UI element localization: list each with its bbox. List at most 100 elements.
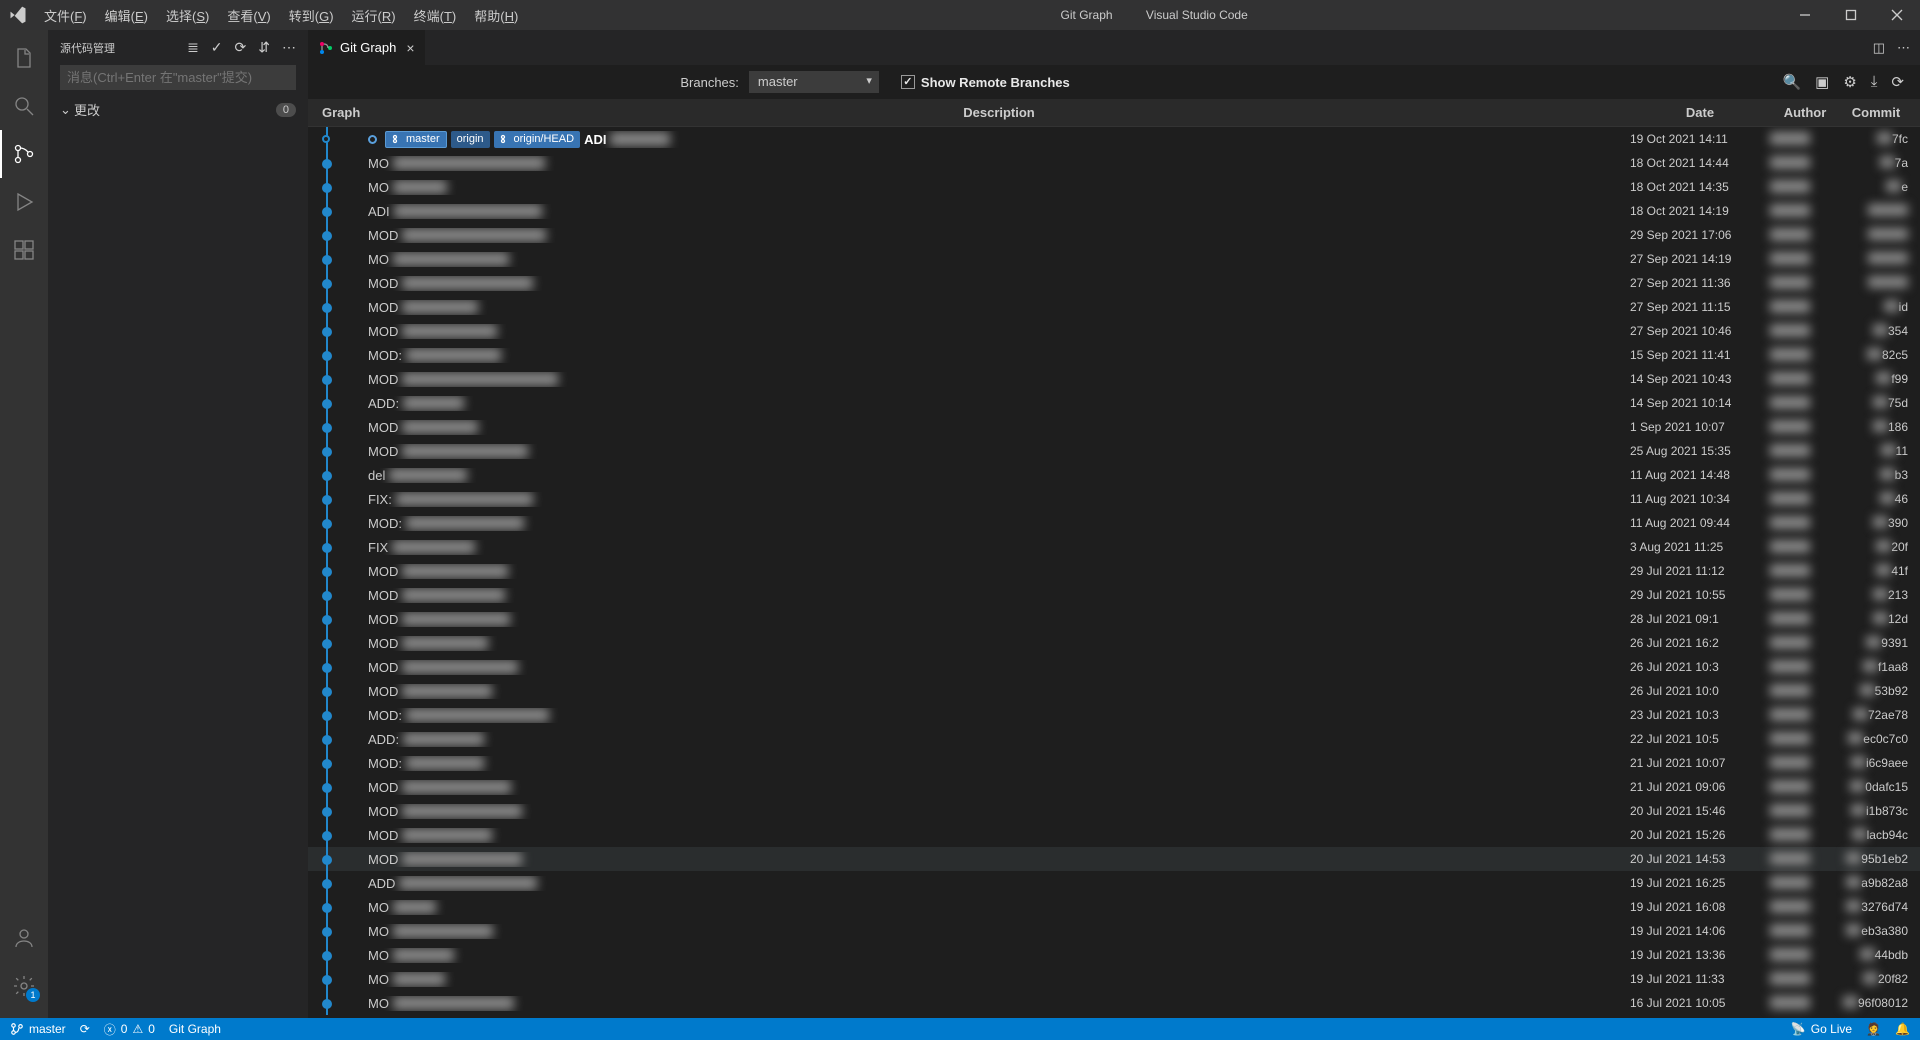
menu-g[interactable]: 转到(G) xyxy=(281,2,342,29)
accounts-icon[interactable] xyxy=(0,914,48,962)
col-date[interactable]: Date xyxy=(1630,105,1770,120)
commit-row[interactable]: MOD:x23 Jul 2021 10:3xxx72ae78 xyxy=(308,703,1920,727)
title-center: Git Graph xyxy=(1061,8,1113,22)
status-bell-icon[interactable]: 🔔 xyxy=(1895,1022,1910,1036)
tab-git-graph[interactable]: Git Graph × xyxy=(308,30,426,65)
commit-row[interactable]: MODx29 Jul 2021 10:55xxx213 xyxy=(308,583,1920,607)
commit-row[interactable]: MOD:x15 Sep 2021 11:41xxx82c5 xyxy=(308,343,1920,367)
menu-s[interactable]: 选择(S) xyxy=(158,2,217,29)
changes-section[interactable]: ⌄ 更改 0 xyxy=(48,98,308,121)
redacted-author: xx xyxy=(1770,180,1810,193)
commit-message: MO xyxy=(368,252,389,267)
commit-row[interactable]: MODx20 Jul 2021 15:46xxxi1b873c xyxy=(308,799,1920,823)
toolbar-refresh-icon[interactable]: ⟳ xyxy=(1891,73,1904,91)
commit-row[interactable]: masteroriginorigin/HEADADIx19 Oct 2021 1… xyxy=(308,127,1920,151)
commit-row[interactable]: MODx27 Sep 2021 11:36xxx xyxy=(308,271,1920,295)
redacted-text: x xyxy=(393,180,447,194)
commit-row[interactable]: MODx27 Sep 2021 11:15xxxid xyxy=(308,295,1920,319)
status-golive[interactable]: 📡Go Live xyxy=(1791,1022,1852,1036)
close-button[interactable] xyxy=(1874,0,1920,30)
commit-row[interactable]: delx11 Aug 2021 14:48xxxb3 xyxy=(308,463,1920,487)
settings-gear-icon[interactable]: 1 xyxy=(0,962,48,1010)
menu-f[interactable]: 文件(F) xyxy=(36,2,95,29)
toolbar-fetch-icon[interactable]: ⤓ xyxy=(1871,73,1878,91)
commit-date: 29 Jul 2021 10:55 xyxy=(1630,588,1770,602)
col-author[interactable]: Author xyxy=(1770,105,1840,120)
commit-row[interactable]: MODx29 Jul 2021 11:12xxx41f xyxy=(308,559,1920,583)
commit-row[interactable]: MODx20 Jul 2021 14:53xxx95b1eb2 xyxy=(308,847,1920,871)
commit-row[interactable]: ADD:x22 Jul 2021 10:5xxxec0c7c0 xyxy=(308,727,1920,751)
ref-origin[interactable]: origin xyxy=(451,131,490,148)
commit-date: 15 Sep 2021 11:41 xyxy=(1630,348,1770,362)
run-debug-icon[interactable] xyxy=(0,178,48,226)
commit-row[interactable]: MODx21 Jul 2021 09:06xxx0dafc15 xyxy=(308,775,1920,799)
commit-row[interactable]: MODx29 Sep 2021 17:06xxx xyxy=(308,223,1920,247)
commit-row[interactable]: MODx1 Sep 2021 10:07xxx186 xyxy=(308,415,1920,439)
toolbar-terminal-icon[interactable]: ▣ xyxy=(1815,73,1829,91)
commit-row[interactable]: MODx26 Jul 2021 10:0xxx53b92 xyxy=(308,679,1920,703)
view-tree-icon[interactable]: ≣ xyxy=(187,39,199,56)
status-sync[interactable]: ⟳ xyxy=(80,1022,90,1036)
commit-row[interactable]: MOx19 Jul 2021 11:33xxx20f82 xyxy=(308,967,1920,991)
refresh-icon[interactable]: ⟳ xyxy=(235,39,247,56)
more-icon[interactable]: ⋯ xyxy=(282,39,296,56)
menu-v[interactable]: 查看(V) xyxy=(219,2,278,29)
explorer-icon[interactable] xyxy=(0,34,48,82)
commit-row[interactable]: MOx19 Jul 2021 14:06xxxeb3a380 xyxy=(308,919,1920,943)
redacted-author: xx xyxy=(1770,276,1810,289)
commit-row[interactable]: MOx18 Oct 2021 14:35xxxe xyxy=(308,175,1920,199)
status-branch[interactable]: master xyxy=(10,1022,66,1036)
commit-check-icon[interactable]: ✓ xyxy=(211,39,223,56)
status-feedback-icon[interactable]: 🤵 xyxy=(1866,1022,1881,1036)
menu-e[interactable]: 编辑(E) xyxy=(97,2,156,29)
status-gitgraph[interactable]: Git Graph xyxy=(169,1022,221,1036)
commit-row[interactable]: MODx20 Jul 2021 15:26xxxlacb94c xyxy=(308,823,1920,847)
commit-row[interactable]: MODx25 Aug 2021 15:35xxx11 xyxy=(308,439,1920,463)
menu-r[interactable]: 运行(R) xyxy=(344,2,404,29)
commit-message: ADD: xyxy=(368,732,399,747)
commit-row[interactable]: MODx26 Jul 2021 16:2xxx9391 xyxy=(308,631,1920,655)
redacted-author: xx xyxy=(1770,204,1810,217)
extensions-icon[interactable] xyxy=(0,226,48,274)
source-control-icon[interactable] xyxy=(0,130,48,178)
maximize-button[interactable] xyxy=(1828,0,1874,30)
show-remote-checkbox[interactable]: ✓ Show Remote Branches xyxy=(901,75,1070,90)
menu-t[interactable]: 终端(T) xyxy=(406,2,465,29)
commit-row[interactable]: ADDx19 Jul 2021 16:25xxxa9b82a8 xyxy=(308,871,1920,895)
commit-row[interactable]: MOx27 Sep 2021 14:19xxx xyxy=(308,247,1920,271)
redacted-text: x xyxy=(402,564,508,578)
commit-row[interactable]: ADD:x14 Sep 2021 10:14xxx75d xyxy=(308,391,1920,415)
branch-select[interactable]: master xyxy=(749,71,879,93)
redacted-text: x xyxy=(406,348,501,362)
split-editor-icon[interactable]: ◫ xyxy=(1873,40,1885,56)
commit-row[interactable]: MOx19 Jul 2021 16:08xxx3276d74 xyxy=(308,895,1920,919)
toolbar-search-icon[interactable]: 🔍 xyxy=(1782,73,1801,91)
commit-row[interactable]: MODx14 Sep 2021 10:43xxxf99 xyxy=(308,367,1920,391)
commit-row[interactable]: MODx27 Sep 2021 10:46xxx354 xyxy=(308,319,1920,343)
search-icon[interactable] xyxy=(0,82,48,130)
stage-icon[interactable]: ⇵ xyxy=(258,39,270,56)
commit-row[interactable]: ADIx18 Oct 2021 14:19xxx xyxy=(308,199,1920,223)
tab-close-icon[interactable]: × xyxy=(406,40,414,56)
status-problems[interactable]: ⓧ0 ⚠0 xyxy=(104,1021,155,1038)
ref-origin-head[interactable]: origin/HEAD xyxy=(494,131,581,148)
menu-h[interactable]: 帮助(H) xyxy=(466,2,526,29)
commit-row[interactable]: MOD:x11 Aug 2021 09:44xxx390 xyxy=(308,511,1920,535)
commit-row[interactable]: MOD:x21 Jul 2021 10:07xxxi6c9aee xyxy=(308,751,1920,775)
commit-row[interactable]: MOx19 Jul 2021 13:36xxx44bdb xyxy=(308,943,1920,967)
toolbar-settings-icon[interactable]: ⚙ xyxy=(1843,73,1856,91)
commit-row[interactable]: MOx18 Oct 2021 14:44xxx7a xyxy=(308,151,1920,175)
commit-row[interactable]: FIX:x11 Aug 2021 10:34xxx46 xyxy=(308,487,1920,511)
col-description[interactable]: Description xyxy=(368,105,1630,120)
commit-row[interactable]: MOx16 Jul 2021 10:05xxx96f08012 xyxy=(308,991,1920,1015)
ref-master[interactable]: master xyxy=(385,131,447,148)
redacted-author: xx xyxy=(1770,612,1810,625)
col-commit[interactable]: Commit xyxy=(1840,105,1920,120)
col-graph[interactable]: Graph xyxy=(308,105,368,120)
commit-row[interactable]: FIXx3 Aug 2021 11:25xxx20f xyxy=(308,535,1920,559)
commit-message-input[interactable] xyxy=(60,65,296,90)
tab-more-icon[interactable]: ⋯ xyxy=(1897,40,1910,56)
commit-row[interactable]: MODx26 Jul 2021 10:3xxxf1aa8 xyxy=(308,655,1920,679)
minimize-button[interactable] xyxy=(1782,0,1828,30)
commit-row[interactable]: MODx28 Jul 2021 09:1xxx12d xyxy=(308,607,1920,631)
